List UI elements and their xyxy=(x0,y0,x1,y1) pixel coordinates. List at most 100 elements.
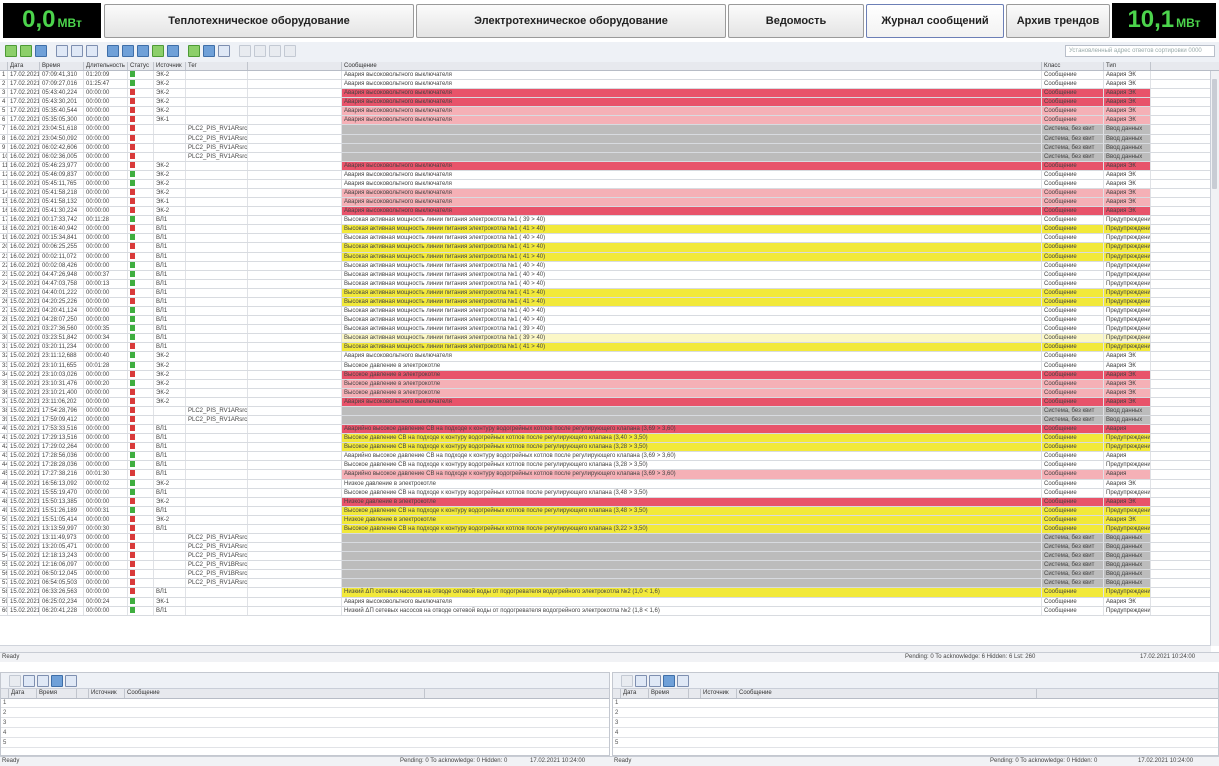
save-icon[interactable] xyxy=(35,45,47,57)
left-pane-row[interactable]: 3 xyxy=(1,719,609,728)
right-pane-filter-icon[interactable] xyxy=(663,675,675,687)
left-pane-row[interactable]: 1 xyxy=(1,699,609,708)
table-row[interactable]: 1 17.02.2021 07:09:41,310 01:20:09 ЭК-2 Авари… xyxy=(0,71,1219,81)
header-source[interactable]: Источник xyxy=(154,62,186,70)
left-pane-header-row-number[interactable] xyxy=(1,689,9,698)
list-icon[interactable] xyxy=(203,45,215,57)
header-duration[interactable]: Длительность xyxy=(84,62,128,70)
table-row[interactable]: 5315.02.202113:20:05,47100:00:00 PLC2_PIS… xyxy=(0,543,1219,553)
left-pane-settings-icon[interactable] xyxy=(65,675,77,687)
refresh-icon[interactable] xyxy=(5,45,17,57)
table-row[interactable]: 4 17.02.2021 05:43:30,201 00:00:00 ЭК-2 Авари… xyxy=(0,98,1219,108)
table-row[interactable]: 4415.02.202117:28:28,03600:00:00 ВЛ1 Высок… xyxy=(0,461,1219,471)
table-row[interactable]: 2715.02.202104:20:41,12400:00:00 ВЛ1 Высок… xyxy=(0,307,1219,317)
right-pane-header-source[interactable]: Источник xyxy=(701,689,737,698)
table-row[interactable]: 2315.02.202104:47:26,94800:00:37 ВЛ1 Высок… xyxy=(0,270,1219,280)
back-icon[interactable] xyxy=(56,45,68,57)
table-icon[interactable] xyxy=(152,45,164,57)
table-row[interactable]: 5515.02.202112:16:06,09700:00:00 PLC2_PIS… xyxy=(0,561,1219,571)
header-time[interactable]: Время xyxy=(40,62,84,70)
table-row[interactable]: 5 17.02.2021 05:35:40,544 00:00:00 ЭК-2 Авари… xyxy=(0,107,1219,117)
table-row[interactable]: 3615.02.202123:10:21,40000:00:00 ЭК-2 Высо… xyxy=(0,388,1219,398)
table-row[interactable]: 2016.02.202100:06:25,25500:00:00 ВЛ1 Высок… xyxy=(0,243,1219,253)
header-tag[interactable]: Тег xyxy=(186,62,248,70)
table-row[interactable]: 3515.02.202123:10:31,47600:00:20 ЭК-2 Высо… xyxy=(0,379,1219,389)
right-pane-row[interactable]: 4 xyxy=(613,729,1218,738)
table-row[interactable]: 4815.02.202115:50:13,38500:00:00 ЭК-2 Низк… xyxy=(0,497,1219,507)
table-row[interactable]: 8 16.02.2021 23:04:50,092 00:00:00 PLC2_PIS_… xyxy=(0,134,1219,144)
right-pane-settings-icon[interactable] xyxy=(677,675,689,687)
copy-icon[interactable] xyxy=(107,45,119,57)
table-row[interactable]: 2515.02.202104:40:01,22200:00:00 ВЛ1 Высок… xyxy=(0,288,1219,298)
right-pane-header-sort[interactable] xyxy=(689,689,701,698)
table-row[interactable]: 9 16.02.2021 06:02:42,606 00:00:00 PLC2_PIS_… xyxy=(0,143,1219,153)
right-pane-header-date[interactable]: Дата xyxy=(621,689,649,698)
header-spacer[interactable] xyxy=(248,62,342,70)
right-pane-print-icon[interactable] xyxy=(649,675,661,687)
table-row[interactable]: 2 17.02.2021 07:09:27,016 01:25:47 ЭК-2 Авари… xyxy=(0,80,1219,90)
table-row[interactable]: 1416.02.202105:41:58,21800:00:00 ЭК-2 Авар… xyxy=(0,189,1219,199)
print-icon[interactable] xyxy=(86,45,98,57)
tab-message-log[interactable]: Журнал сообщений xyxy=(866,4,1004,38)
table-row[interactable]: 3915.02.202117:59:09,41200:00:00 PLC2_PIS… xyxy=(0,415,1219,426)
tab-thermal-equipment[interactable]: Теплотехническое оборудование xyxy=(104,4,414,38)
table-row[interactable]: 3815.02.202117:54:28,79600:00:00 PLC2_PIS… xyxy=(0,406,1219,416)
table-row[interactable]: 4215.02.202117:29:02,26400:00:00 ВЛ1 Высок… xyxy=(0,443,1219,453)
table-row[interactable]: 1916.02.202100:15:34,84100:00:00 ВЛ1 Высок… xyxy=(0,234,1219,244)
table-row[interactable]: 1316.02.202105:45:11,76500:00:00 ЭК-2 Авар… xyxy=(0,179,1219,190)
header-type[interactable]: Тип xyxy=(1104,62,1151,70)
left-pane-header-time[interactable]: Время xyxy=(37,689,77,698)
table-row[interactable]: 4515.02.202117:27:38,21600:01:30 ВЛ1 Авари… xyxy=(0,470,1219,480)
table-row[interactable]: 6 17.02.2021 05:35:05,300 00:00:00 ЭК-1 Авари… xyxy=(0,116,1219,126)
left-pane-filter-icon[interactable] xyxy=(51,675,63,687)
table-row[interactable]: 1016.02.202106:02:36,00500:00:00 PLC2_PIS… xyxy=(0,152,1219,162)
export-icon[interactable] xyxy=(167,45,179,57)
filter-icon[interactable] xyxy=(20,45,32,57)
table-row[interactable]: 4915.02.202115:51:26,18900:00:31 ВЛ1 Высок… xyxy=(0,506,1219,516)
tab-trend-archive[interactable]: Архив трендов xyxy=(1006,4,1110,38)
left-pane-header-sort[interactable] xyxy=(77,689,89,698)
tab-electrical-equipment[interactable]: Электротехническое оборудование xyxy=(416,4,726,38)
table-row[interactable]: 4715.02.202115:55:19,47000:00:00 ВЛ1 Высок… xyxy=(0,488,1219,498)
table-row[interactable]: 1716.02.202100:17:33,74200:11:28 ВЛ1 Высок… xyxy=(0,216,1219,226)
table-row[interactable]: 3 17.02.2021 05:43:40,224 00:00:00 ЭК-2 Авари… xyxy=(0,89,1219,99)
header-status[interactable]: Статус xyxy=(128,62,154,70)
horizontal-scrollbar[interactable] xyxy=(0,645,1211,652)
table-row[interactable]: 2815.02.202104:28:07,25000:00:00 ВЛ1 Высок… xyxy=(0,316,1219,326)
forward-icon[interactable] xyxy=(71,45,83,57)
chart-icon[interactable] xyxy=(188,45,200,57)
table-row[interactable]: 2116.02.202100:02:11,07200:00:00 ВЛ1 Высок… xyxy=(0,252,1219,262)
left-pane-row[interactable]: 4 xyxy=(1,729,609,738)
table-row[interactable]: 7 16.02.2021 23:04:51,618 00:00:00 PLC2_PIS_… xyxy=(0,125,1219,135)
header-row-number[interactable] xyxy=(0,62,8,70)
right-pane-row[interactable]: 5 xyxy=(613,739,1218,748)
table-row[interactable]: 3315.02.202123:10:11,65500:01:28 ЭК-2 Высо… xyxy=(0,361,1219,371)
table-row[interactable]: 3015.02.202103:23:51,84200:00:34 ВЛ1 Высок… xyxy=(0,334,1219,344)
right-pane-header-message[interactable]: Сообщение xyxy=(737,689,1037,698)
left-pane-save-icon[interactable] xyxy=(23,675,35,687)
left-pane-print-icon[interactable] xyxy=(37,675,49,687)
table-row[interactable]: 2915.02.202103:27:36,56000:00:35 ВЛ1 Высок… xyxy=(0,325,1219,335)
table-row[interactable]: 1516.02.202105:41:58,13200:00:00 ЭК-1 Авар… xyxy=(0,198,1219,208)
header-class[interactable]: Класс xyxy=(1042,62,1104,70)
search-input[interactable]: Установленный адрес ответов сортировки 0… xyxy=(1065,45,1215,57)
table-row[interactable]: 3215.02.202123:11:12,68800:00:40 ЭК-2 Авар… xyxy=(0,352,1219,362)
table-row[interactable]: 5915.02.202106:25:02,23400:00:24 ЭК-1 Авар… xyxy=(0,597,1219,607)
table-row[interactable]: 5015.02.202115:51:05,41400:00:00 ЭК-2 Низк… xyxy=(0,515,1219,525)
table-row[interactable]: 5115.02.202113:13:59,99700:00:30 ВЛ1 Высок… xyxy=(0,524,1219,534)
table-row[interactable]: 5415.02.202112:18:13,24300:00:00 PLC2_PIS… xyxy=(0,552,1219,562)
table-row[interactable]: 4015.02.202117:53:33,51600:00:00 ВЛ1 Авари… xyxy=(0,425,1219,435)
left-pane-row[interactable]: 2 xyxy=(1,709,609,718)
table-row[interactable]: 11 16.02.2021 05:46:23,977 00:00:00 ЭК-2 Авар… xyxy=(0,161,1219,171)
table-row[interactable]: 2615.02.202104:20:25,22600:00:00 ВЛ1 Высок… xyxy=(0,297,1219,308)
table-row[interactable]: 5715.02.202106:54:05,50300:00:00 PLC2_PIS… xyxy=(0,579,1219,589)
table-row[interactable]: 1816.02.202100:16:40,94200:00:00 ВЛ1 Высок… xyxy=(0,225,1219,235)
scrollbar-thumb[interactable] xyxy=(1212,79,1217,189)
table-row[interactable]: 2216.02.202100:02:08,42600:00:00 ВЛ1 Высок… xyxy=(0,261,1219,271)
table-row[interactable]: 4315.02.202117:28:56,03600:00:00 ВЛ1 Авари… xyxy=(0,452,1219,462)
right-pane-header-time[interactable]: Время xyxy=(649,689,689,698)
left-pane-header-source[interactable]: Источник xyxy=(89,689,125,698)
table-row[interactable]: 6015.02.202106:20:41,22800:00:00 ВЛ1 Низки… xyxy=(0,606,1219,616)
right-pane-header-row-number[interactable] xyxy=(613,689,621,698)
right-pane-row[interactable]: 3 xyxy=(613,719,1218,728)
